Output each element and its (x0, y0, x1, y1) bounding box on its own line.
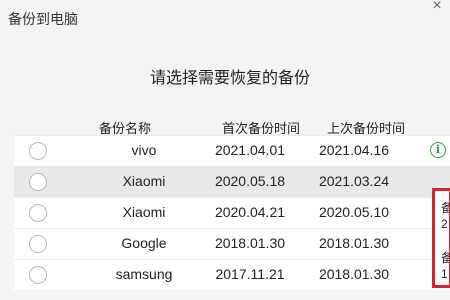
last-backup-time: 2020.05.10 (318, 204, 390, 220)
page-heading: 请选择需要恢复的备份 (149, 70, 310, 87)
tooltip-line: 备 (441, 249, 449, 266)
row-radio[interactable] (29, 235, 47, 253)
backup-list: vivo 2021.04.01 2021.04.16 i Xiaomi 2020… (14, 135, 450, 290)
tooltip-line: 1 (441, 267, 448, 281)
backup-name: Xiaomi (122, 173, 166, 189)
last-backup-time: 2018.01.30 (318, 235, 390, 251)
title-bar: 备份到电脑 × (0, 0, 450, 36)
window-title: 备份到电脑 (8, 11, 78, 27)
row-radio[interactable] (29, 204, 47, 222)
backup-name: Xiaomi (122, 204, 166, 220)
backup-row[interactable]: Google 2018.01.30 2018.01.30 (14, 228, 450, 259)
tooltip-line: 2 (441, 217, 448, 231)
last-backup-time: 2018.01.30 (318, 266, 390, 282)
first-backup-time: 2020.04.21 (214, 204, 286, 220)
last-backup-time: 2021.03.24 (318, 173, 390, 189)
info-icon[interactable]: i (430, 142, 446, 158)
backup-row[interactable]: vivo 2021.04.01 2021.04.16 i (14, 135, 450, 166)
backup-row[interactable]: Xiaomi 2020.05.18 2021.03.24 (14, 166, 450, 197)
backup-name: Google (121, 235, 167, 251)
first-backup-time: 2021.04.01 (214, 142, 286, 158)
backup-row[interactable]: samsung 2017.11.21 2018.01.30 (14, 259, 450, 290)
tooltip-line: 备 (441, 199, 449, 216)
backup-info-tooltip: 备 2 备 1 (432, 188, 450, 288)
backup-name: samsung (115, 266, 173, 282)
row-radio[interactable] (29, 142, 47, 160)
backup-window: 备份到电脑 × 请选择需要恢复的备份 备份名称 首次备份时间 上次备份时间 vi… (0, 0, 450, 300)
last-backup-time: 2021.04.16 (318, 142, 390, 158)
row-radio[interactable] (29, 173, 47, 191)
first-backup-time: 2017.11.21 (215, 266, 285, 282)
first-backup-time: 2018.01.30 (214, 235, 286, 251)
backup-name: vivo (131, 142, 157, 158)
row-radio[interactable] (29, 266, 47, 284)
close-icon[interactable]: × (428, 0, 446, 14)
first-backup-time: 2020.05.18 (214, 173, 286, 189)
backup-row[interactable]: Xiaomi 2020.04.21 2020.05.10 (14, 197, 450, 228)
